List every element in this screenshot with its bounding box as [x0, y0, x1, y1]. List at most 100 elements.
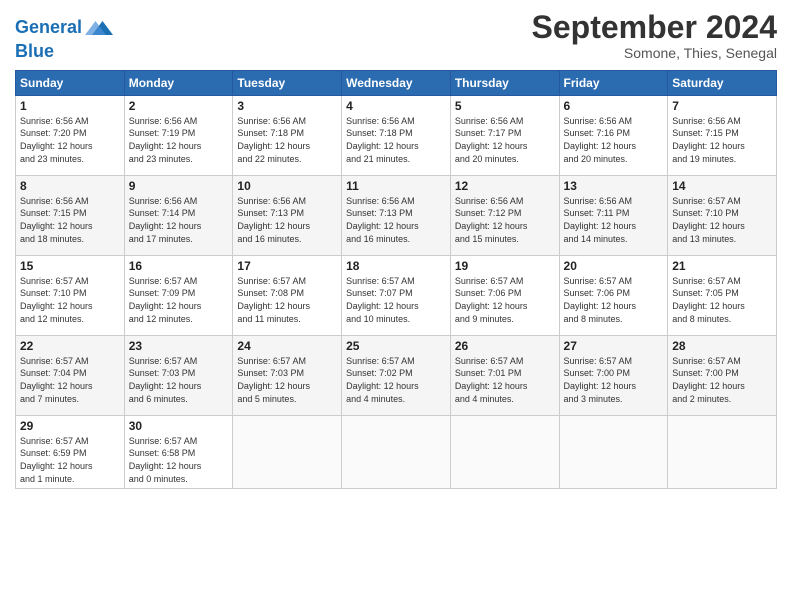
- table-row: 3Sunrise: 6:56 AM Sunset: 7:18 PM Daylig…: [233, 95, 342, 175]
- day-number: 3: [237, 99, 337, 113]
- day-number: 19: [455, 259, 555, 273]
- day-number: 26: [455, 339, 555, 353]
- day-info: Sunrise: 6:57 AM Sunset: 6:58 PM Dayligh…: [129, 435, 229, 485]
- table-row: 27 Sunrise: 6:57 AM Sunset: 7:00 PM Dayli…: [559, 335, 668, 415]
- day-info: Sunrise: 6:57 AM Sunset: 7:09 PM Dayligh…: [129, 275, 229, 325]
- table-row: 5Sunrise: 6:56 AM Sunset: 7:17 PM Daylig…: [450, 95, 559, 175]
- day-number: 18: [346, 259, 446, 273]
- logo-blue-text: Blue: [15, 42, 113, 62]
- day-number: 13: [564, 179, 664, 193]
- table-row: [668, 415, 777, 488]
- location-subtitle: Somone, Thies, Senegal: [532, 45, 777, 61]
- page-container: General Blue September 2024 Somone, Thie…: [0, 0, 792, 499]
- day-number: 10: [237, 179, 337, 193]
- table-row: 12 Sunrise: 6:56 AM Sunset: 7:12 PM Dayli…: [450, 175, 559, 255]
- header-monday: Monday: [124, 70, 233, 95]
- day-info: Sunrise: 6:57 AM Sunset: 6:59 PM Dayligh…: [20, 435, 120, 485]
- table-row: 8 Sunrise: 6:56 AM Sunset: 7:15 PM Daylig…: [16, 175, 125, 255]
- day-number: 21: [672, 259, 772, 273]
- day-number: 27: [564, 339, 664, 353]
- day-number: 16: [129, 259, 229, 273]
- day-info: Sunrise: 6:57 AM Sunset: 7:06 PM Dayligh…: [564, 275, 664, 325]
- day-number: 23: [129, 339, 229, 353]
- day-number: 15: [20, 259, 120, 273]
- day-info: Sunrise: 6:57 AM Sunset: 7:02 PM Dayligh…: [346, 355, 446, 405]
- table-row: 17 Sunrise: 6:57 AM Sunset: 7:08 PM Dayli…: [233, 255, 342, 335]
- table-row: 13 Sunrise: 6:56 AM Sunset: 7:11 PM Dayli…: [559, 175, 668, 255]
- table-row: 25 Sunrise: 6:57 AM Sunset: 7:02 PM Dayli…: [342, 335, 451, 415]
- table-row: 7 Sunrise: 6:56 AM Sunset: 7:15 PM Daylig…: [668, 95, 777, 175]
- table-row: 9Sunrise: 6:56 AM Sunset: 7:14 PM Daylig…: [124, 175, 233, 255]
- day-info: Sunrise: 6:56 AM Sunset: 7:12 PM Dayligh…: [455, 195, 555, 245]
- day-info: Sunrise: 6:57 AM Sunset: 7:00 PM Dayligh…: [564, 355, 664, 405]
- header-saturday: Saturday: [668, 70, 777, 95]
- day-info: Sunrise: 6:57 AM Sunset: 7:05 PM Dayligh…: [672, 275, 772, 325]
- day-info: Sunrise: 6:56 AM Sunset: 7:13 PM Dayligh…: [237, 195, 337, 245]
- day-number: 22: [20, 339, 120, 353]
- table-row: 28 Sunrise: 6:57 AM Sunset: 7:00 PM Dayli…: [668, 335, 777, 415]
- table-row: 19 Sunrise: 6:57 AM Sunset: 7:06 PM Dayli…: [450, 255, 559, 335]
- day-number: 11: [346, 179, 446, 193]
- day-info: Sunrise: 6:57 AM Sunset: 7:01 PM Dayligh…: [455, 355, 555, 405]
- day-info: Sunrise: 6:56 AM Sunset: 7:14 PM Dayligh…: [129, 195, 229, 245]
- table-row: 29Sunrise: 6:57 AM Sunset: 6:59 PM Dayli…: [16, 415, 125, 488]
- table-row: 10 Sunrise: 6:56 AM Sunset: 7:13 PM Dayli…: [233, 175, 342, 255]
- day-number: 6: [564, 99, 664, 113]
- logo-text: General: [15, 18, 82, 38]
- day-info: Sunrise: 6:57 AM Sunset: 7:10 PM Dayligh…: [672, 195, 772, 245]
- logo: General Blue: [15, 14, 113, 62]
- day-info: Sunrise: 6:56 AM Sunset: 7:11 PM Dayligh…: [564, 195, 664, 245]
- logo-text-block: General Blue: [15, 14, 113, 62]
- day-info: Sunrise: 6:57 AM Sunset: 7:04 PM Dayligh…: [20, 355, 120, 405]
- day-number: 14: [672, 179, 772, 193]
- table-row: 2 Sunrise: 6:56 AM Sunset: 7:19 PM Daylig…: [124, 95, 233, 175]
- day-number: 30: [129, 419, 229, 433]
- title-block: September 2024 Somone, Thies, Senegal: [532, 10, 777, 61]
- table-row: [450, 415, 559, 488]
- day-info: Sunrise: 6:56 AM Sunset: 7:20 PM Dayligh…: [20, 115, 120, 165]
- logo-icon: [85, 14, 113, 42]
- day-number: 25: [346, 339, 446, 353]
- table-row: 15 Sunrise: 6:57 AM Sunset: 7:10 PM Dayli…: [16, 255, 125, 335]
- day-number: 24: [237, 339, 337, 353]
- day-info: Sunrise: 6:56 AM Sunset: 7:16 PM Dayligh…: [564, 115, 664, 165]
- day-info: Sunrise: 6:56 AM Sunset: 7:13 PM Dayligh…: [346, 195, 446, 245]
- day-number: 12: [455, 179, 555, 193]
- day-info: Sunrise: 6:57 AM Sunset: 7:08 PM Dayligh…: [237, 275, 337, 325]
- day-info: Sunrise: 6:57 AM Sunset: 7:07 PM Dayligh…: [346, 275, 446, 325]
- day-number: 20: [564, 259, 664, 273]
- day-number: 8: [20, 179, 120, 193]
- table-row: [342, 415, 451, 488]
- table-row: 16 Sunrise: 6:57 AM Sunset: 7:09 PM Dayli…: [124, 255, 233, 335]
- day-number: 7: [672, 99, 772, 113]
- day-info: Sunrise: 6:57 AM Sunset: 7:06 PM Dayligh…: [455, 275, 555, 325]
- day-info: Sunrise: 6:56 AM Sunset: 7:19 PM Dayligh…: [129, 115, 229, 165]
- day-number: 2: [129, 99, 229, 113]
- table-row: 26 Sunrise: 6:57 AM Sunset: 7:01 PM Dayli…: [450, 335, 559, 415]
- table-row: 14 Sunrise: 6:57 AM Sunset: 7:10 PM Dayli…: [668, 175, 777, 255]
- table-row: 24Sunrise: 6:57 AM Sunset: 7:03 PM Dayli…: [233, 335, 342, 415]
- day-number: 1: [20, 99, 120, 113]
- day-number: 17: [237, 259, 337, 273]
- table-row: 22 Sunrise: 6:57 AM Sunset: 7:04 PM Dayli…: [16, 335, 125, 415]
- day-info: Sunrise: 6:57 AM Sunset: 7:00 PM Dayligh…: [672, 355, 772, 405]
- header: General Blue September 2024 Somone, Thie…: [15, 10, 777, 62]
- day-number: 4: [346, 99, 446, 113]
- day-info: Sunrise: 6:57 AM Sunset: 7:10 PM Dayligh…: [20, 275, 120, 325]
- day-info: Sunrise: 6:56 AM Sunset: 7:17 PM Dayligh…: [455, 115, 555, 165]
- calendar-table: Sunday Monday Tuesday Wednesday Thursday…: [15, 70, 777, 489]
- day-number: 28: [672, 339, 772, 353]
- header-tuesday: Tuesday: [233, 70, 342, 95]
- day-info: Sunrise: 6:57 AM Sunset: 7:03 PM Dayligh…: [129, 355, 229, 405]
- table-row: 18 Sunrise: 6:57 AM Sunset: 7:07 PM Dayli…: [342, 255, 451, 335]
- header-wednesday: Wednesday: [342, 70, 451, 95]
- table-row: 1 Sunrise: 6:56 AM Sunset: 7:20 PM Daylig…: [16, 95, 125, 175]
- table-row: 20 Sunrise: 6:57 AM Sunset: 7:06 PM Dayli…: [559, 255, 668, 335]
- table-row: 4 Sunrise: 6:56 AM Sunset: 7:18 PM Daylig…: [342, 95, 451, 175]
- day-info: Sunrise: 6:56 AM Sunset: 7:15 PM Dayligh…: [20, 195, 120, 245]
- day-info: Sunrise: 6:56 AM Sunset: 7:15 PM Dayligh…: [672, 115, 772, 165]
- weekday-header-row: Sunday Monday Tuesday Wednesday Thursday…: [16, 70, 777, 95]
- header-friday: Friday: [559, 70, 668, 95]
- day-info: Sunrise: 6:56 AM Sunset: 7:18 PM Dayligh…: [346, 115, 446, 165]
- month-title: September 2024: [532, 10, 777, 45]
